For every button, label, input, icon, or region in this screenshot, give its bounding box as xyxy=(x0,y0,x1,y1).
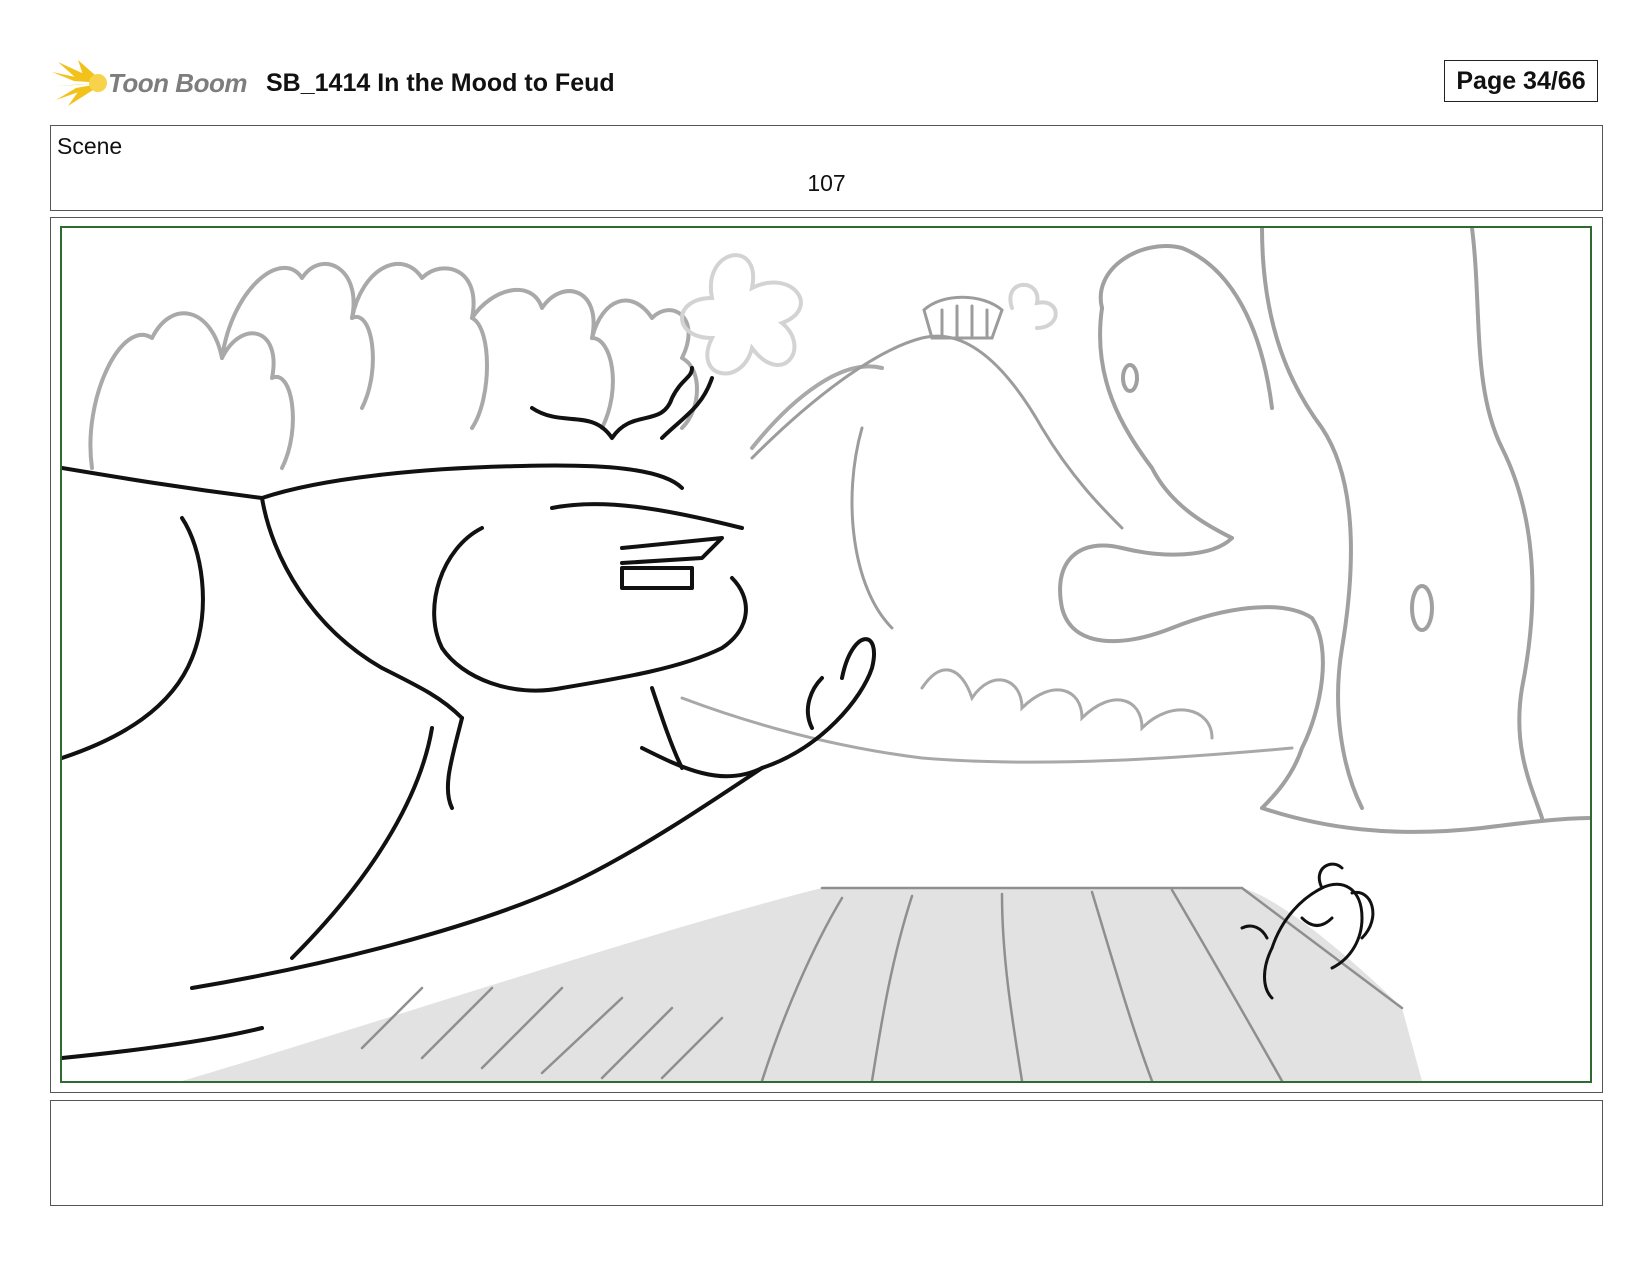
sunburst-icon xyxy=(52,60,107,106)
scene-box: Scene 107 xyxy=(50,125,1603,211)
panel-notes-box xyxy=(50,1100,1603,1206)
storyboard-panel xyxy=(50,217,1603,1093)
storyboard-sketch-image xyxy=(62,228,1590,1081)
scene-label: Scene xyxy=(57,133,123,159)
header: Toon Boom SB_1414 In the Mood to Feud Pa… xyxy=(52,58,1602,108)
toon-boom-logo: Toon Boom xyxy=(52,58,252,108)
document-title: SB_1414 In the Mood to Feud xyxy=(266,69,615,97)
panel-safe-area xyxy=(60,226,1592,1083)
page-counter: Page 34/66 xyxy=(1444,60,1598,102)
logo-text: Toon Boom xyxy=(108,68,247,98)
scene-number: 107 xyxy=(807,170,846,196)
